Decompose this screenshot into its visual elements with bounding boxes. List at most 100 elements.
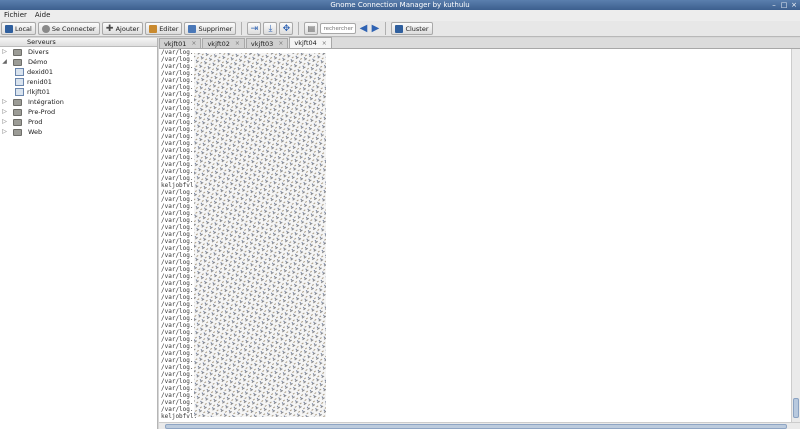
split-horizontal-button[interactable]: ⇥ [247,22,262,35]
terminal-prompt-line: keljobfvl. [161,182,198,189]
folder-icon [13,108,22,116]
close-tab-icon[interactable]: × [235,40,240,47]
folder-icon [13,98,22,106]
terminal-log-line: /var/log. [161,49,194,56]
terminal-log-line: /var/log. [161,196,194,203]
tree-item-divers[interactable]: ▷ Divers [0,47,157,57]
tree-item-prod[interactable]: ▷ Prod [0,117,157,127]
cluster-icon [395,24,404,33]
keyboard-icon: ▤ [307,24,316,33]
terminal-log-line: /var/log. [161,168,194,175]
terminal-log-line: /var/log. [161,147,194,154]
split-vertical-button[interactable]: ⤓ [263,22,278,35]
menu-help[interactable]: Aide [35,10,50,21]
search-previous-button[interactable]: ◀ [358,22,368,35]
tree-item-label: Pre-Prod [28,108,56,116]
expander-collapsed-icon[interactable]: ▷ [0,47,9,57]
arrow-left-icon: ◀ [359,23,368,34]
expander-expanded-icon[interactable]: ◢ [0,57,9,67]
delete-button[interactable]: Supprimer [184,22,237,35]
terminal-log-line: /var/log. [161,238,194,245]
terminal-log-line: /var/log. [161,364,194,371]
terminal-log-line: /var/log. [161,231,194,238]
terminal-log-line: /var/log. [161,112,194,119]
delete-icon [188,24,197,33]
terminal-log-line: /var/log. [161,154,194,161]
expander-collapsed-icon[interactable]: ▷ [0,107,9,117]
terminal-prompt-line: keljobfvl. [161,413,198,420]
connect-button[interactable]: Se Connecter [37,22,100,35]
expander-collapsed-icon[interactable]: ▷ [0,97,9,107]
arrow-right-icon: ▶ [371,23,380,34]
terminal-log-line: /var/log. [161,245,194,252]
tab-vkjft01[interactable]: vkjft01 × [159,38,202,48]
server-icon [15,88,24,96]
menu-bar: Fichier Aide [0,10,800,21]
title-bar: Gnome Connection Manager by kuthulu – □ … [0,0,800,10]
tree-item-label: Divers [28,48,49,56]
terminal-log-line: /var/log. [161,63,194,70]
local-button[interactable]: Local [1,22,36,35]
terminal-log-line: /var/log. [161,252,194,259]
search-input[interactable] [320,23,357,34]
tab-label: vkjft01 [164,39,187,48]
tree-item-demo[interactable]: ◢ Démo [0,57,157,67]
tree-item-web[interactable]: ▷ Web [0,127,157,137]
close-icon[interactable]: × [790,1,798,9]
minimize-icon[interactable]: – [770,1,778,9]
terminal-log-line: /var/log. [161,224,194,231]
terminal-log-line: /var/log. [161,301,194,308]
terminal-log-line: /var/log. [161,84,194,91]
tree-item-dexid01[interactable]: dexid01 [0,67,157,77]
local-terminal-icon [5,24,13,33]
tree-item-rlkjft01[interactable]: rlkjft01 [0,87,157,97]
tree-item-pre-prod[interactable]: ▷ Pre-Prod [0,107,157,117]
terminal-log-line: /var/log. [161,98,194,105]
folder-icon [13,128,22,136]
tree-item-label: dexid01 [27,68,54,76]
connect-icon [41,24,50,33]
vertical-scrollbar-thumb[interactable] [793,398,799,418]
terminal-log-line: /var/log. [161,399,194,406]
add-icon: ✚ [105,23,114,34]
terminal-log-line: /var/log. [161,322,194,329]
terminal-output[interactable]: /var/log./var/log./var/log./var/log./var… [159,49,791,422]
terminal-log-line: /var/log. [161,329,194,336]
terminal-log-line: /var/log. [161,126,194,133]
add-button[interactable]: ✚ Ajouter [101,22,144,35]
tree-item-renid01[interactable]: renid01 [0,77,157,87]
search-next-button[interactable]: ▶ [370,22,380,35]
edit-button[interactable]: Editer [145,22,183,35]
toolbar-separator [385,22,387,35]
server-tree-header[interactable]: Serveurs [0,38,157,47]
edit-button-label: Editer [159,24,179,33]
cluster-button-label: Cluster [405,24,429,33]
menu-file[interactable]: Fichier [4,10,27,21]
tab-vkjft03[interactable]: vkjft03 × [245,38,289,48]
toolbar-separator [298,22,300,35]
expander-collapsed-icon[interactable]: ▷ [0,127,9,137]
folder-icon [13,48,22,56]
tree-item-integration[interactable]: ▷ Intégration [0,97,157,107]
move-arrows-icon: ✥ [282,23,291,34]
terminal-log-line: /var/log. [161,371,194,378]
vertical-scrollbar[interactable] [791,49,800,422]
window-title: Gnome Connection Manager by kuthulu [330,1,470,9]
terminal-log-line: /var/log. [161,266,194,273]
tab-vkjft02[interactable]: vkjft02 × [202,38,245,48]
terminal-area: vkjft01 × vkjft02 × vkjft03 × vkjft04 × … [159,37,800,429]
close-tab-icon[interactable]: × [191,40,196,47]
close-tab-icon[interactable]: × [322,40,327,47]
horizontal-scrollbar-thumb[interactable] [165,424,787,429]
close-tab-icon[interactable]: × [278,40,283,47]
horizontal-scrollbar[interactable] [159,422,800,429]
tree-item-label: Prod [28,118,43,126]
unsplit-button[interactable]: ✥ [279,22,294,35]
tab-vkjft04[interactable]: vkjft04 × [289,37,332,48]
cluster-button[interactable]: Cluster [391,22,433,35]
maximize-icon[interactable]: □ [780,1,788,9]
terminal-log-line: /var/log. [161,203,194,210]
keyboard-button[interactable]: ▤ [304,22,319,35]
tree-item-label: Démo [28,58,48,66]
expander-collapsed-icon[interactable]: ▷ [0,117,9,127]
